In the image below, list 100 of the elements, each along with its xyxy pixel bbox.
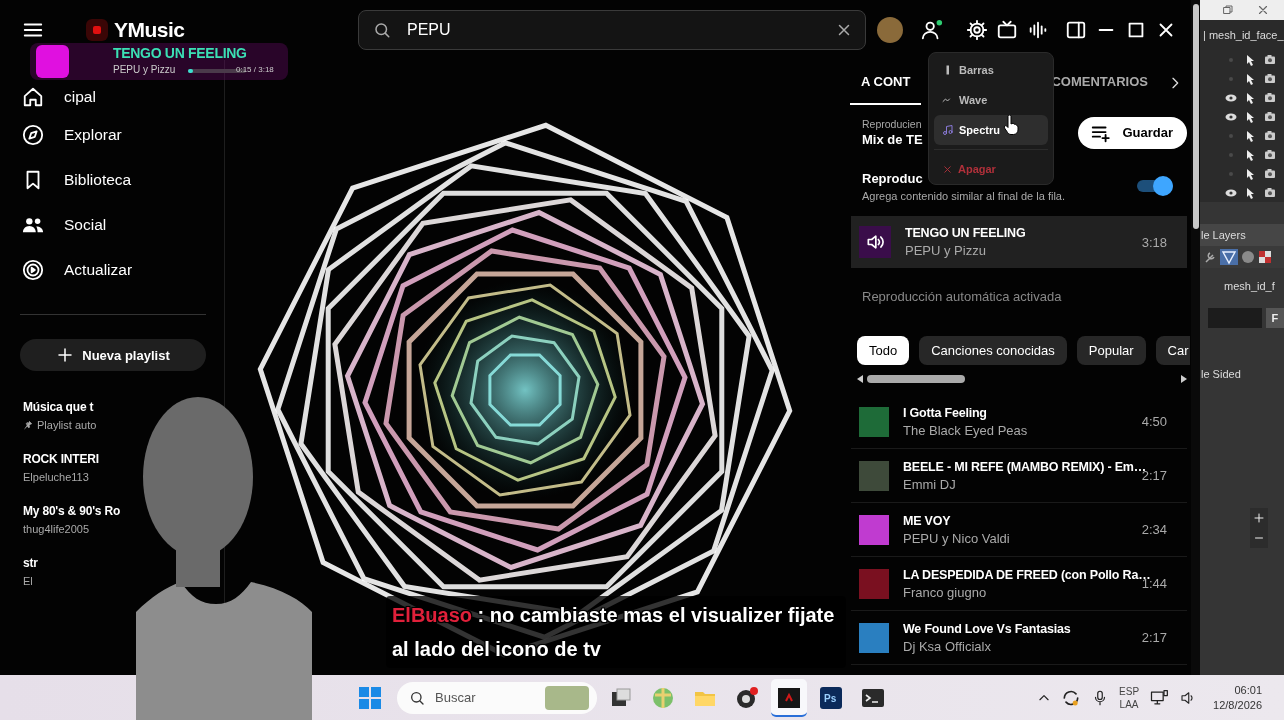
option-label: le Sided: [1201, 368, 1241, 380]
song-artist: The Black Eyed Peas: [903, 422, 1028, 438]
app-logo: [86, 19, 108, 41]
autoplay-status: Reproducción automática activada: [862, 288, 1062, 306]
cursor-icon[interactable]: [1246, 53, 1255, 66]
app-name: YMusic: [114, 18, 185, 42]
eye-icon[interactable]: [1225, 112, 1237, 121]
playlist-subtitle: Elpeluche113: [23, 471, 89, 483]
playlist-subtitle: El: [23, 575, 33, 587]
mini-player[interactable]: TENGO UN FEELING PEPU y Pizzu 0:15 / 3:18: [30, 43, 288, 80]
cursor-icon[interactable]: [1246, 129, 1255, 142]
song-duration: 2:34: [1141, 522, 1167, 537]
play-circle-icon: [22, 258, 44, 281]
search-input[interactable]: PEPU: [405, 20, 835, 40]
tv-icon[interactable]: [996, 19, 1018, 41]
cursor-icon[interactable]: [1246, 186, 1255, 199]
album-cover: [859, 568, 889, 599]
photo-placeholder: [545, 685, 589, 710]
text-field[interactable]: [1208, 308, 1262, 328]
camera-icon[interactable]: [1264, 73, 1276, 84]
song-artist: Emmi DJ: [903, 476, 956, 492]
camera-icon[interactable]: [1264, 149, 1276, 160]
panel-tab[interactable]: A CONT: [850, 60, 922, 105]
person-icon[interactable]: [921, 19, 943, 41]
fake-user-button[interactable]: F: [1265, 308, 1284, 328]
playback-time: 0:15 / 3:18: [236, 65, 274, 74]
app-icon[interactable]: [777, 685, 801, 710]
panel-header: | mesh_id_face_: [1203, 29, 1284, 41]
sidebar-toggle-icon[interactable]: [1065, 19, 1087, 41]
now-playing-item[interactable]: TENGO UN FEELING PEPU y Pizzu 3:18: [851, 216, 1187, 268]
keyboard-language[interactable]: ESP LAA: [1119, 684, 1140, 711]
record-icon[interactable]: [735, 685, 759, 710]
waveform-icon[interactable]: [1027, 19, 1049, 41]
eye-icon[interactable]: [1225, 93, 1237, 102]
eye-icon[interactable]: [1225, 188, 1237, 197]
cursor-icon[interactable]: [1246, 110, 1255, 123]
camera-icon[interactable]: [1264, 111, 1276, 122]
song-duration: 3:18: [1141, 234, 1167, 250]
queue-item[interactable]: We Found Love Vs Fantasias Dj Ksa Officialx 2:17: [851, 611, 1187, 665]
song-artist: Franco giugno: [903, 584, 987, 600]
filter-chip[interactable]: Car: [1155, 336, 1190, 365]
album-cover: [859, 406, 889, 437]
filter-chip[interactable]: Todo: [857, 336, 910, 365]
music-note-icon: [942, 124, 954, 136]
song-title: We Found Love Vs Fantasias: [903, 621, 1071, 636]
sidebar-item[interactable]: cipal: [0, 81, 224, 112]
song-duration: 4:50: [1141, 414, 1167, 429]
horizontal-scrollbar[interactable]: [857, 373, 1187, 385]
filter-chip[interactable]: Canciones conocidas: [919, 336, 1067, 365]
camera-icon[interactable]: [1264, 130, 1276, 141]
song-artist: Dj Ksa Officialx: [903, 638, 991, 654]
menu-item[interactable]: Barras: [934, 55, 1048, 85]
zoom-buttons[interactable]: [1250, 508, 1268, 548]
camera-icon[interactable]: [1264, 187, 1276, 198]
playlist-title[interactable]: My 80's & 90's Ro: [23, 504, 121, 518]
toggle-switch[interactable]: [1137, 176, 1173, 196]
playlist-title[interactable]: Música que t: [23, 400, 94, 414]
search-bar[interactable]: PEPU: [358, 10, 866, 50]
sidebar-item[interactable]: Explorar: [0, 112, 224, 157]
camera-icon[interactable]: [1264, 168, 1276, 179]
camera-icon[interactable]: [1264, 54, 1276, 65]
cursor-icon[interactable]: [1246, 72, 1255, 85]
save-button[interactable]: Guardar: [1078, 116, 1187, 149]
filter-chip[interactable]: Popular: [1076, 336, 1146, 365]
new-playlist-button[interactable]: Nueva playlist: [20, 339, 206, 371]
song-artist: PEPU y Nico Valdi: [903, 530, 1010, 546]
search-icon: [409, 689, 425, 706]
song-title: TENGO UN FEELING: [905, 226, 1026, 240]
home-icon: [22, 85, 44, 108]
queue-item[interactable]: ME VOY PEPU y Nico Valdi 2:34: [851, 503, 1187, 557]
album-cover: [36, 45, 69, 78]
cursor-icon[interactable]: [1246, 167, 1255, 180]
vertical-scrollbar[interactable]: [1191, 0, 1200, 675]
settings-icon[interactable]: [966, 19, 988, 41]
menu-item[interactable]: Spectru: [934, 115, 1048, 145]
layers-label: le Layers: [1201, 229, 1246, 241]
windows-logo-icon[interactable]: [359, 686, 381, 709]
playing-from-label: Reproducien: [862, 118, 922, 130]
avatar[interactable]: [877, 17, 903, 43]
sidebar-item[interactable]: Actualizar: [0, 247, 224, 292]
close-icon: [942, 163, 953, 175]
playlist-title[interactable]: ROCK INTERI: [23, 452, 99, 466]
queue-item[interactable]: I Gotta Feeling The Black Eyed Peas 4:50: [851, 395, 1187, 449]
clock[interactable]: 06:01 12/8/2026: [1213, 682, 1262, 713]
sidebar-item[interactable]: Social: [0, 202, 224, 247]
queue-item[interactable]: BEELE - MI REFE (MAMBO REMIX) - Em… Emmi DJ 2:17: [851, 449, 1187, 503]
menu-item[interactable]: Wave: [934, 85, 1048, 115]
camera-icon[interactable]: [1264, 92, 1276, 103]
sidebar-item[interactable]: Biblioteca: [0, 157, 224, 202]
photoshop-icon[interactable]: Ps: [819, 685, 843, 710]
search-field[interactable]: Buscar: [397, 681, 597, 714]
song-title: I Gotta Feeling: [903, 405, 987, 420]
restore-icon[interactable]: [1222, 4, 1234, 16]
cursor-icon[interactable]: [1246, 148, 1255, 161]
playlist-name: Mix de TE: [862, 132, 923, 147]
playlist-title[interactable]: str: [23, 556, 38, 570]
playlist-subtitle: thug4life2005: [23, 523, 90, 535]
song-title: TENGO UN FEELING: [113, 45, 247, 61]
cursor-icon[interactable]: [1246, 91, 1255, 104]
album-cover: [859, 622, 889, 653]
